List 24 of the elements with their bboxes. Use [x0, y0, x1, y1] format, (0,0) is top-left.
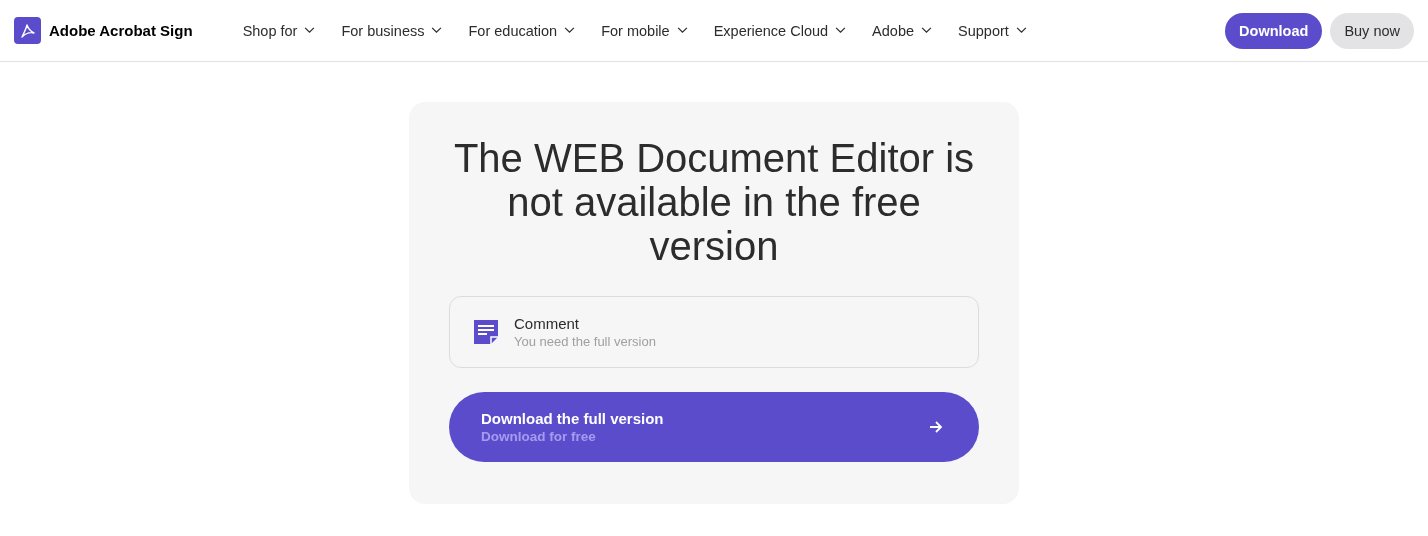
- nav-menu-item[interactable]: Experience Cloud: [713, 22, 847, 39]
- nav-menu-item[interactable]: Shop for: [242, 22, 316, 39]
- arrow-right-icon: [929, 420, 943, 434]
- nav-menu-item[interactable]: For education: [468, 22, 576, 39]
- feature-subtitle: You need the full version: [514, 334, 656, 349]
- brand-link[interactable]: Adobe Acrobat Sign: [14, 17, 193, 44]
- download-full-version-button[interactable]: Download the full version Download for free: [449, 392, 979, 462]
- chevron-down-icon: [564, 27, 576, 34]
- acrobat-logo-icon: [14, 17, 41, 44]
- nav-menu-item[interactable]: For business: [341, 22, 443, 39]
- chevron-down-icon: [835, 27, 847, 34]
- chevron-down-icon: [431, 27, 443, 34]
- chevron-down-icon: [921, 27, 933, 34]
- nav-menu-item[interactable]: Adobe: [872, 22, 933, 39]
- chevron-down-icon: [676, 27, 688, 34]
- feature-title: Comment: [514, 315, 581, 332]
- dialog-title: The WEB Document Editor is not available in the free version: [452, 136, 976, 268]
- chevron-down-icon: [1015, 27, 1027, 34]
- note-icon: [474, 320, 498, 344]
- chevron-down-icon: [304, 27, 316, 34]
- nav-menu-item[interactable]: For mobile: [601, 22, 688, 39]
- buy-now-button[interactable]: Buy now: [1330, 12, 1414, 49]
- download-button[interactable]: Download: [1225, 12, 1323, 49]
- nav-menu-item[interactable]: Support: [958, 22, 1027, 39]
